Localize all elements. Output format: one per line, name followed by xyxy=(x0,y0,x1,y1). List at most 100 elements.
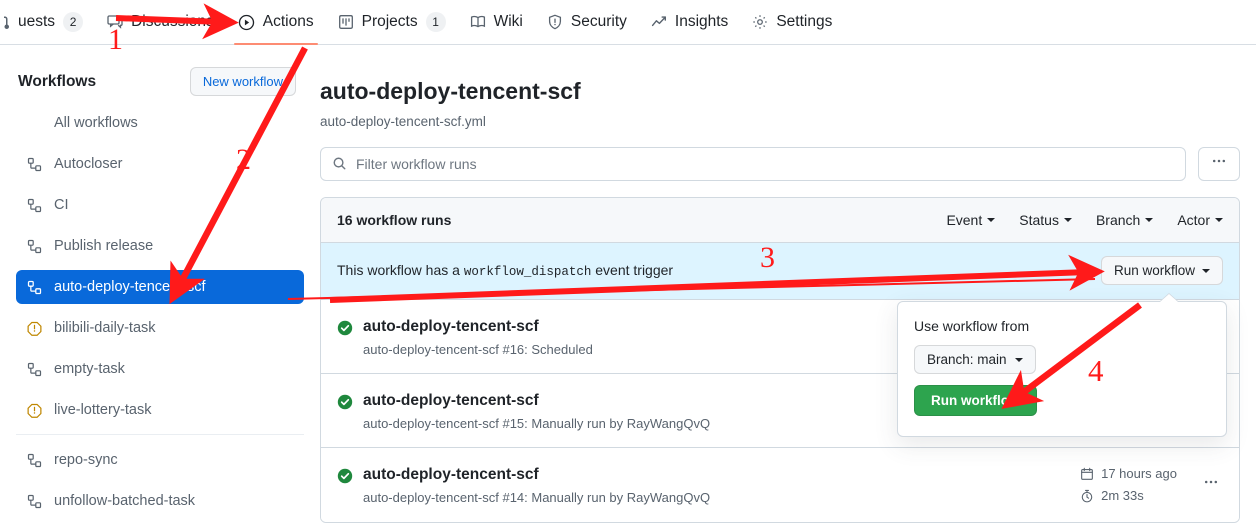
tab-pull-requests[interactable]: uests 2 xyxy=(0,0,95,44)
sidebar-item-auto-deploy-tencent-scf[interactable]: auto-deploy-tencent-scf xyxy=(16,270,304,304)
filter-workflow-runs-field[interactable] xyxy=(320,147,1186,181)
tab-discussions[interactable]: Discussions xyxy=(95,0,226,44)
workflow-dispatch-banner: This workflow has a workflow_dispatch ev… xyxy=(321,243,1239,300)
sidebar-item-label: Autocloser xyxy=(54,156,123,172)
tab-security[interactable]: Security xyxy=(535,0,639,44)
filter-actor-label: Actor xyxy=(1177,212,1210,228)
workflow-filename: auto-deploy-tencent-scf.yml xyxy=(320,106,1240,129)
run-title[interactable]: auto-deploy-tencent-scf xyxy=(363,318,593,336)
sidebar-item-ci[interactable]: CI xyxy=(16,188,304,222)
sidebar-item-all-workflows[interactable]: All workflows xyxy=(16,106,304,140)
tab-discussions-label: Discussions xyxy=(131,13,214,31)
tab-projects[interactable]: Projects 1 xyxy=(326,0,458,44)
run-workflow-dropdown-button[interactable]: Run workflow xyxy=(1101,256,1223,285)
sidebar-item-repo-sync[interactable]: repo-sync xyxy=(16,443,304,477)
chevron-down-icon xyxy=(987,218,995,222)
alert-icon xyxy=(26,321,42,336)
dispatch-text-before: This workflow has a xyxy=(337,262,460,278)
workflow-icon xyxy=(26,362,42,377)
check-circle-icon xyxy=(337,394,353,410)
workflow-icon xyxy=(26,198,42,213)
filter-row xyxy=(320,129,1240,181)
tab-insights[interactable]: Insights xyxy=(639,0,740,44)
chevron-down-icon xyxy=(1215,218,1223,222)
run-row-left: auto-deploy-tencent-scf auto-deploy-tenc… xyxy=(337,464,710,505)
sidebar-divider xyxy=(16,434,304,435)
branch-select-button[interactable]: Branch: main xyxy=(914,345,1036,374)
workflow-dispatch-text: This workflow has a workflow_dispatch ev… xyxy=(337,262,673,279)
repository-nav-items: uests 2 Discussions Actions Projects xyxy=(0,0,1256,44)
sidebar-item-live-lottery-task[interactable]: live-lottery-task xyxy=(16,393,304,427)
run-row-texts: auto-deploy-tencent-scf auto-deploy-tenc… xyxy=(363,466,710,505)
sidebar-item-unfollow-batched-task[interactable]: unfollow-batched-task xyxy=(16,484,304,518)
run-row-options-button[interactable] xyxy=(1199,472,1223,497)
tab-pull-requests-label: uests xyxy=(18,13,55,31)
chevron-down-icon xyxy=(1015,358,1023,362)
run-title[interactable]: auto-deploy-tencent-scf xyxy=(363,466,710,484)
workflow-icon xyxy=(26,453,42,468)
filter-branch-label: Branch xyxy=(1096,212,1140,228)
workflow-main-panel: auto-deploy-tencent-scf auto-deploy-tenc… xyxy=(320,45,1256,526)
workflows-sidebar: Workflows New workflow All workflows Aut… xyxy=(0,45,320,526)
run-row-texts: auto-deploy-tencent-scf auto-deploy-tenc… xyxy=(363,392,710,431)
tab-projects-label: Projects xyxy=(362,13,418,31)
run-row-texts: auto-deploy-tencent-scf auto-deploy-tenc… xyxy=(363,318,593,357)
run-workflow-dropdown-label: Run workflow xyxy=(1114,263,1195,278)
check-circle-icon xyxy=(337,320,353,336)
run-meta: auto-deploy-tencent-scf #14: Manually ru… xyxy=(363,490,710,505)
sidebar-item-label: empty-task xyxy=(54,361,125,377)
dispatch-event-code: workflow_dispatch xyxy=(464,265,592,279)
run-date: 17 hours ago xyxy=(1080,466,1177,481)
comment-discussion-icon xyxy=(107,14,123,30)
gear-icon xyxy=(752,14,768,30)
run-meta: auto-deploy-tencent-scf #16: Scheduled xyxy=(363,342,593,357)
run-duration: 2m 33s xyxy=(1080,488,1144,503)
check-circle-icon xyxy=(337,468,353,484)
sidebar-item-label: Publish release xyxy=(54,238,153,254)
run-row-left: auto-deploy-tencent-scf auto-deploy-tenc… xyxy=(337,316,593,357)
sidebar-item-bilibili-daily-task[interactable]: bilibili-daily-task xyxy=(16,311,304,345)
workflow-icon xyxy=(26,280,42,295)
sidebar-item-autocloser[interactable]: Autocloser xyxy=(16,147,304,181)
kebab-horizontal-icon xyxy=(1211,153,1227,174)
shield-icon xyxy=(547,14,563,30)
run-title[interactable]: auto-deploy-tencent-scf xyxy=(363,392,710,410)
tab-actions-label: Actions xyxy=(263,13,314,31)
sidebar-item-empty-task[interactable]: empty-task xyxy=(16,352,304,386)
page-title: auto-deploy-tencent-scf xyxy=(320,45,1240,106)
workflow-options-button[interactable] xyxy=(1198,147,1240,181)
sidebar-item-label: repo-sync xyxy=(54,452,118,468)
filter-actor-dropdown[interactable]: Actor xyxy=(1177,212,1223,228)
popover-run-workflow-button[interactable]: Run workflow xyxy=(914,385,1037,416)
branch-select-label: Branch: main xyxy=(927,352,1007,367)
tab-actions[interactable]: Actions xyxy=(226,0,326,44)
workflow-icon xyxy=(26,494,42,509)
project-icon xyxy=(338,14,354,30)
repository-nav: uests 2 Discussions Actions Projects xyxy=(0,0,1256,45)
search-input[interactable] xyxy=(356,156,1174,172)
filter-status-label: Status xyxy=(1019,212,1059,228)
workflow-icon xyxy=(26,239,42,254)
run-workflow-popover: Use workflow from Branch: main Run workf… xyxy=(897,301,1227,437)
sidebar-item-label: live-lottery-task xyxy=(54,402,152,418)
pull-request-icon xyxy=(0,14,10,30)
tab-wiki-label: Wiki xyxy=(494,13,523,31)
tab-projects-count: 1 xyxy=(426,12,446,32)
calendar-icon xyxy=(1080,467,1094,481)
graph-icon xyxy=(651,14,667,30)
tab-settings[interactable]: Settings xyxy=(740,0,844,44)
filter-event-label: Event xyxy=(946,212,982,228)
tab-wiki[interactable]: Wiki xyxy=(458,0,535,44)
filter-status-dropdown[interactable]: Status xyxy=(1019,212,1072,228)
table-row[interactable]: auto-deploy-tencent-scf auto-deploy-tenc… xyxy=(321,448,1239,522)
tab-settings-label: Settings xyxy=(776,13,832,31)
run-row-times: 17 hours ago 2m 33s xyxy=(1080,466,1177,503)
search-icon xyxy=(332,156,347,171)
dispatch-text-after: event trigger xyxy=(595,262,673,278)
sidebar-item-publish-release[interactable]: Publish release xyxy=(16,229,304,263)
run-meta: auto-deploy-tencent-scf #15: Manually ru… xyxy=(363,416,710,431)
filter-branch-dropdown[interactable]: Branch xyxy=(1096,212,1153,228)
new-workflow-button[interactable]: New workflow xyxy=(190,67,296,96)
filter-event-dropdown[interactable]: Event xyxy=(946,212,995,228)
book-icon xyxy=(470,14,486,30)
